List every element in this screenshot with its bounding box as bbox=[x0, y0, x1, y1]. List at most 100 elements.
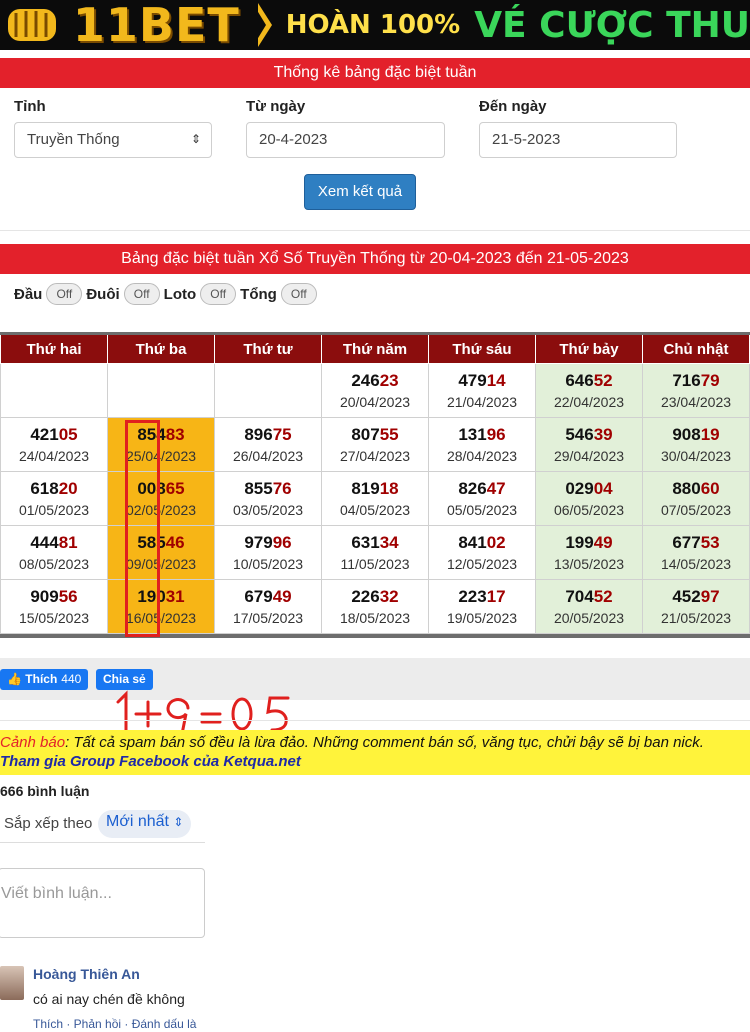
ad-banner[interactable]: 11BET HOÀN 100% VÉ CƯỢC THU bbox=[0, 0, 750, 50]
draw-date: 28/04/2023 bbox=[446, 447, 518, 464]
number-tail: 05 bbox=[58, 424, 78, 444]
draw-date: 05/05/2023 bbox=[446, 501, 518, 518]
number-head: 979 bbox=[244, 532, 273, 552]
number-head: 716 bbox=[672, 370, 701, 390]
divider bbox=[0, 842, 205, 843]
number-tail: 49 bbox=[272, 586, 292, 606]
number-head: 190 bbox=[137, 586, 166, 606]
number-head: 908 bbox=[672, 424, 701, 444]
sort-select[interactable]: Mới nhất ⇕ bbox=[98, 810, 192, 838]
number-head: 855 bbox=[244, 478, 273, 498]
toggle-duoi[interactable]: Off bbox=[123, 283, 160, 305]
comment-text: có ai nay chén đề không bbox=[33, 991, 185, 1007]
warning-prefix: Cảnh báo bbox=[0, 734, 66, 751]
sort-label: Sắp xếp theo bbox=[4, 815, 93, 832]
number-head: 679 bbox=[244, 586, 273, 606]
share-button[interactable]: Chia sẻ bbox=[96, 669, 153, 690]
number-tail: 20 bbox=[58, 478, 78, 498]
result-cell: 00865 02/05/2023 bbox=[107, 471, 215, 526]
draw-date: 29/04/2023 bbox=[553, 447, 625, 464]
toggle-loto[interactable]: Off bbox=[200, 283, 237, 305]
view-results-button[interactable]: Xem kết quả bbox=[304, 174, 416, 210]
draw-date: 21/04/2023 bbox=[446, 393, 518, 410]
col-header: Thứ hai bbox=[0, 332, 108, 364]
draw-date: 13/05/2023 bbox=[553, 555, 625, 572]
number-tail: 04 bbox=[593, 478, 613, 498]
toggle-tong[interactable]: Off bbox=[280, 283, 317, 305]
warning-line: Cảnh báo: Tất cả spam bán số đều là lừa … bbox=[0, 734, 750, 751]
from-date-input[interactable]: 20-4-2023 bbox=[246, 122, 445, 158]
draw-date: 26/04/2023 bbox=[232, 447, 304, 464]
result-cell: 63134 11/05/2023 bbox=[321, 525, 429, 580]
draw-date: 11/05/2023 bbox=[340, 555, 410, 572]
result-cell: 67949 17/05/2023 bbox=[214, 579, 322, 634]
number-tail: 18 bbox=[379, 478, 399, 498]
table-row: 42105 24/04/2023 85483 25/04/2023 89675 26/04… bbox=[0, 417, 750, 472]
to-date-value: 21-5-2023 bbox=[492, 131, 561, 148]
toggle-label-dau: Đầu bbox=[14, 285, 43, 303]
table-header-row: Thứ hai Thứ ba Thứ tư Thứ năm Thứ sáu Th… bbox=[0, 332, 750, 364]
draw-date: 24/04/2023 bbox=[18, 447, 90, 464]
draw-date: 04/05/2023 bbox=[339, 501, 411, 518]
toggle-row: Đầu Off Đuôi Off Loto Off Tổng Off bbox=[14, 283, 321, 305]
number-tail: 49 bbox=[593, 532, 613, 552]
facebook-group-link[interactable]: Tham gia Group Facebook của Ketqua.net bbox=[0, 753, 750, 770]
draw-date: 20/04/2023 bbox=[339, 393, 411, 410]
province-label: Tỉnh bbox=[14, 98, 46, 115]
number-head: 826 bbox=[458, 478, 487, 498]
draw-date: 07/05/2023 bbox=[660, 501, 732, 518]
results-table: Thứ hai Thứ ba Thứ tư Thứ năm Thứ sáu Th… bbox=[0, 332, 750, 634]
number-head: 807 bbox=[351, 424, 380, 444]
avatar[interactable] bbox=[0, 966, 24, 1000]
draw-date: 20/05/2023 bbox=[553, 609, 625, 626]
lottery-number: 61820 bbox=[1, 478, 107, 500]
like-label: Thích bbox=[25, 672, 58, 686]
lottery-number: 82647 bbox=[429, 478, 535, 500]
lottery-number: 63134 bbox=[322, 532, 428, 554]
result-cell: 47914 21/04/2023 bbox=[428, 363, 536, 418]
comment-author[interactable]: Hoàng Thiên An bbox=[33, 966, 140, 982]
result-cell: 67753 14/05/2023 bbox=[642, 525, 750, 580]
number-tail: 32 bbox=[379, 586, 399, 606]
lottery-number: 54639 bbox=[536, 424, 642, 446]
result-cell: 90956 15/05/2023 bbox=[0, 579, 108, 634]
lottery-number: 88060 bbox=[643, 478, 749, 500]
result-cell: 61820 01/05/2023 bbox=[0, 471, 108, 526]
number-head: 246 bbox=[351, 370, 380, 390]
number-head: 444 bbox=[30, 532, 59, 552]
number-tail: 96 bbox=[272, 532, 292, 552]
draw-date: 25/04/2023 bbox=[125, 447, 197, 464]
like-button[interactable]: 👍 Thích 440 bbox=[0, 669, 89, 690]
col-header: Thứ ba bbox=[107, 332, 215, 364]
lottery-number: 67949 bbox=[215, 586, 321, 608]
toggle-label-tong: Tổng bbox=[240, 285, 277, 303]
number-tail: 47 bbox=[486, 478, 506, 498]
draw-date: 12/05/2023 bbox=[446, 555, 518, 572]
lottery-number: 19031 bbox=[108, 586, 214, 608]
number-head: 618 bbox=[30, 478, 59, 498]
comment-actions[interactable]: Thích · Phản hồi · Đánh dấu là bbox=[33, 1017, 196, 1031]
comment-input[interactable]: Viết bình luận... bbox=[0, 868, 205, 938]
result-cell: 22317 19/05/2023 bbox=[428, 579, 536, 634]
result-cell: 84102 12/05/2023 bbox=[428, 525, 536, 580]
lottery-number: 70452 bbox=[536, 586, 642, 608]
number-head: 854 bbox=[137, 424, 166, 444]
province-value: Truyền Thống bbox=[27, 131, 120, 148]
lottery-number: 47914 bbox=[429, 370, 535, 392]
number-tail: 75 bbox=[272, 424, 292, 444]
chevron-updown-icon: ⇕ bbox=[173, 815, 184, 829]
chevron-updown-icon: ⇕ bbox=[190, 132, 201, 146]
warning-banner: Cảnh báo: Tất cả spam bán số đều là lừa … bbox=[0, 730, 750, 775]
toggle-dau[interactable]: Off bbox=[46, 283, 83, 305]
number-tail: 39 bbox=[593, 424, 613, 444]
number-head: 896 bbox=[244, 424, 273, 444]
to-date-input[interactable]: 21-5-2023 bbox=[479, 122, 677, 158]
province-select[interactable]: Truyền Thống ⇕ bbox=[14, 122, 212, 158]
number-head: 841 bbox=[458, 532, 487, 552]
lottery-number: 67753 bbox=[643, 532, 749, 554]
brand-logo: 11BET bbox=[72, 0, 240, 50]
number-tail: 56 bbox=[58, 586, 78, 606]
number-tail: 31 bbox=[165, 586, 185, 606]
draw-date: 18/05/2023 bbox=[339, 609, 411, 626]
result-cell: 64652 22/04/2023 bbox=[535, 363, 643, 418]
